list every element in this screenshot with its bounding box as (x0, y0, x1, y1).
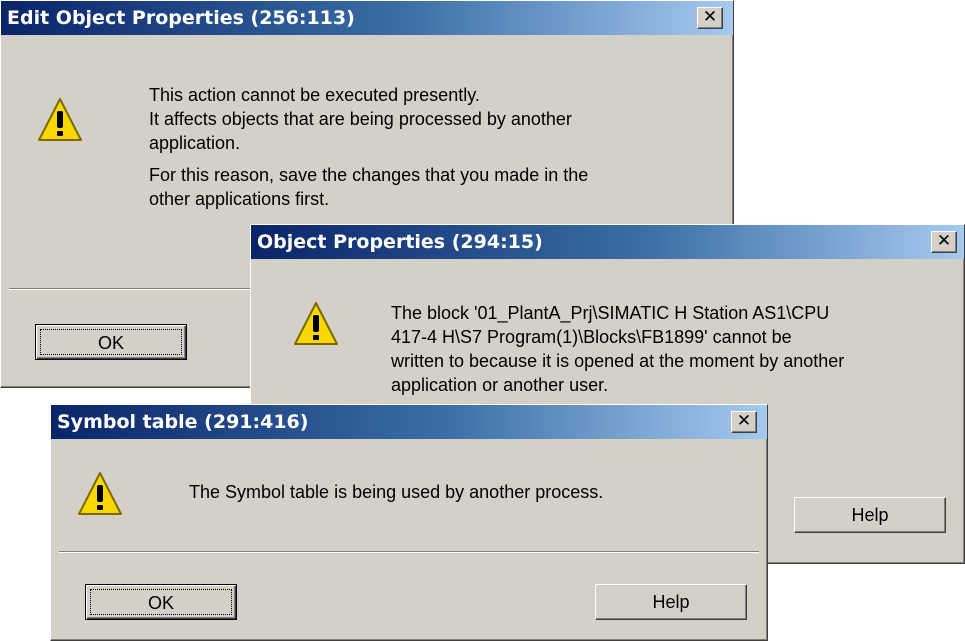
message-line: application. (149, 133, 241, 153)
message-line: This action cannot be executed presently… (149, 85, 480, 105)
close-icon: ✕ (702, 7, 718, 27)
help-button[interactable]: Help (794, 497, 946, 533)
dialog-title: Symbol table (291:416) (57, 411, 309, 433)
close-button[interactable]: ✕ (731, 411, 757, 433)
message-line: application or another user. (391, 375, 609, 395)
ok-label: OK (97, 333, 124, 353)
divider (9, 288, 259, 290)
dialog-title: Edit Object Properties (256:113) (7, 7, 355, 29)
message-line: It affects objects that are being proces… (149, 109, 572, 129)
ok-button[interactable]: OK (85, 584, 237, 620)
help-label: Help (652, 592, 690, 612)
ok-button[interactable]: OK (35, 324, 187, 360)
message-line: other applications first. (149, 189, 330, 209)
dialog-titlebar[interactable]: Edit Object Properties (256:113) (1, 1, 733, 35)
help-button[interactable]: Help (595, 584, 747, 620)
close-button[interactable]: ✕ (697, 7, 723, 29)
divider (59, 551, 759, 553)
symbol-table-dialog: Symbol table (291:416) ✕ The Symbol tabl… (50, 404, 768, 641)
message-line: For this reason, save the changes that y… (149, 165, 589, 185)
message-line: The Symbol table is being used by anothe… (189, 482, 604, 502)
dialog-title: Object Properties (294:15) (257, 231, 543, 253)
message-line: 417-4 H\S7 Program(1)\Blocks\FB1899' can… (391, 327, 792, 347)
ok-label: OK (147, 593, 174, 613)
focus-rect: OK (40, 329, 182, 355)
dialog-message: This action cannot be executed presently… (149, 83, 709, 211)
dialog-titlebar[interactable]: Symbol table (291:416) (51, 405, 767, 439)
message-line: written to because it is opened at the m… (391, 351, 845, 371)
focus-rect: OK (90, 589, 232, 615)
close-icon: ✕ (736, 411, 752, 431)
warning-icon (294, 302, 338, 345)
close-button[interactable]: ✕ (931, 231, 957, 253)
help-label: Help (851, 505, 889, 525)
dialog-titlebar[interactable]: Object Properties (294:15) (251, 225, 964, 259)
message-line: The block '01_PlantA_Prj\SIMATIC H Stati… (391, 303, 830, 323)
dialog-message: The block '01_PlantA_Prj\SIMATIC H Stati… (391, 301, 956, 397)
close-icon: ✕ (936, 231, 952, 251)
warning-icon (78, 472, 122, 515)
dialog-message: The Symbol table is being used by anothe… (189, 480, 749, 504)
warning-icon (38, 98, 82, 141)
